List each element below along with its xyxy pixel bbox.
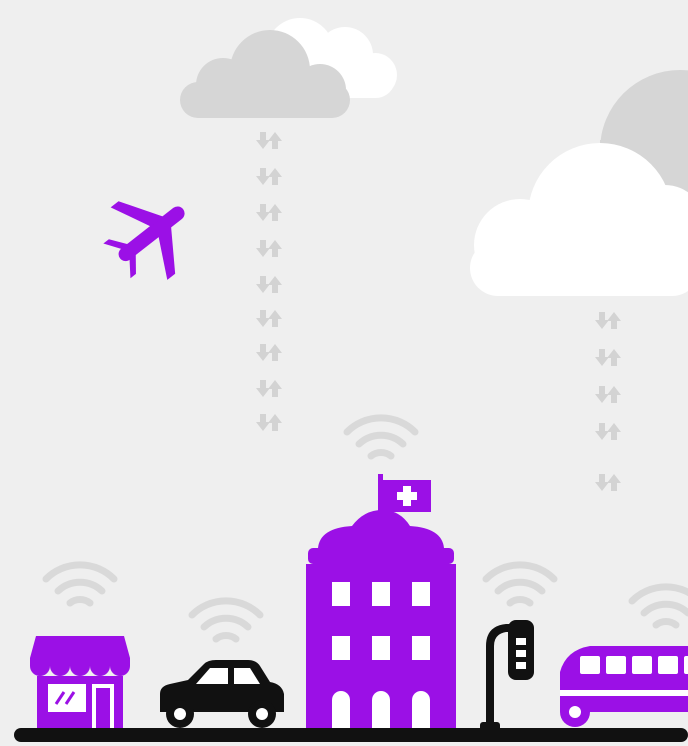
data-transfer-arrows-icon [256,132,282,431]
ground-line [14,728,688,742]
illustration-canvas [14,18,688,742]
cloud-icon [180,18,397,118]
car-icon [160,660,284,728]
wifi-signal-icon [192,601,260,639]
wifi-signal-icon [486,565,554,603]
shop-icon [30,636,130,728]
street-light-icon [480,620,534,732]
wifi-signal-icon [632,587,688,625]
airplane-icon [103,201,185,280]
wifi-signal-icon [46,565,114,603]
cloud-icon [470,70,688,296]
bus-icon [560,646,688,727]
data-transfer-arrows-icon [595,312,621,491]
wifi-signal-icon [347,418,415,456]
smart-city-illustration [0,0,688,746]
hospital-icon [306,510,456,730]
